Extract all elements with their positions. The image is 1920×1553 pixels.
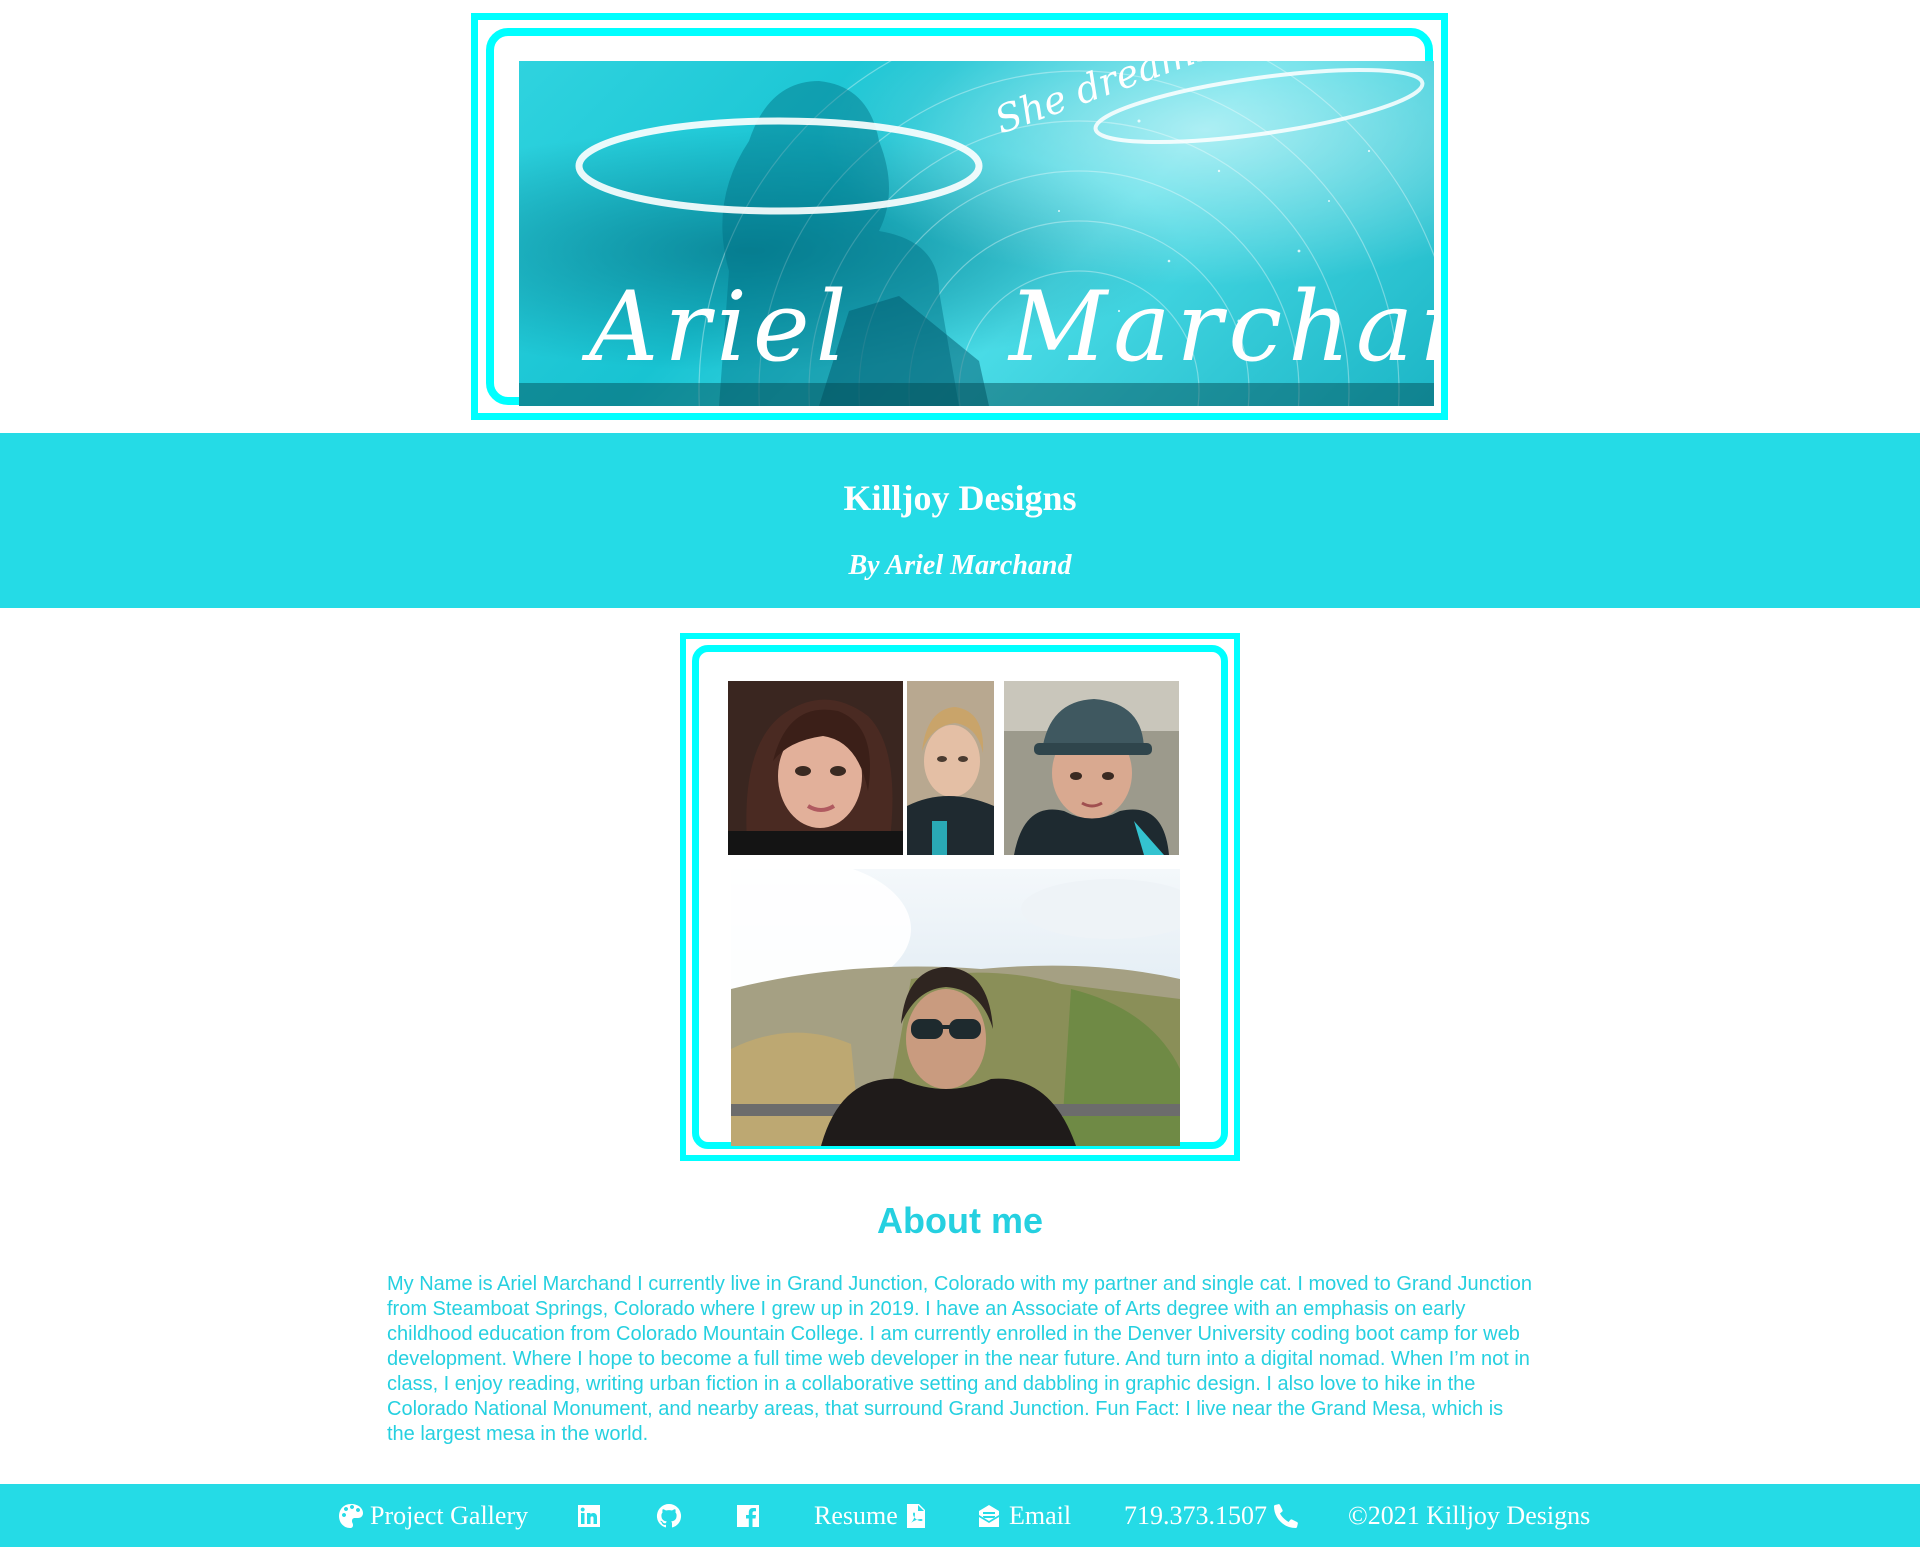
photo-collage-frame — [680, 633, 1240, 1161]
banner-inner-border: She dreams in digital Ariel Marchand — [486, 28, 1434, 406]
envelope-icon — [979, 1504, 999, 1527]
facebook-link[interactable] — [735, 1484, 761, 1547]
about-body: My Name is Ariel Marchand I currently li… — [387, 1273, 1532, 1445]
site-footer: Project Gallery Resume Email 719.373.150… — [0, 1484, 1920, 1547]
phone-icon — [1274, 1503, 1298, 1528]
github-icon — [656, 1503, 682, 1527]
phone-link[interactable]: 719.373.1507 — [1124, 1484, 1299, 1547]
phone-number: 719.373.1507 — [1124, 1500, 1267, 1530]
github-link[interactable] — [656, 1484, 682, 1547]
resume-label: Resume — [814, 1500, 898, 1530]
linkedin-link[interactable] — [576, 1484, 602, 1547]
photo-collage — [692, 645, 1228, 1149]
hiking-hat-photo — [1004, 681, 1179, 855]
linkedin-icon — [578, 1504, 600, 1527]
email-link[interactable]: Email — [976, 1484, 1071, 1547]
banner-signature: Ariel Marchand — [589, 271, 1434, 383]
selfie-photo — [907, 681, 994, 855]
resume-link[interactable]: Resume — [814, 1484, 929, 1547]
banner-frame: She dreams in digital Ariel Marchand — [471, 13, 1448, 420]
pdf-file-icon — [906, 1503, 925, 1528]
email-label: Email — [1009, 1500, 1072, 1530]
project-gallery-link[interactable]: Project Gallery — [338, 1484, 528, 1547]
portrait-photo — [728, 681, 903, 855]
banner-image: She dreams in digital Ariel Marchand — [519, 61, 1434, 406]
site-header: Killjoy Designs By Ariel Marchand — [0, 433, 1920, 608]
site-title: Killjoy Designs — [843, 478, 1077, 518]
copyright-text: ©2021 Killjoy Designs — [1348, 1500, 1591, 1530]
facebook-icon — [737, 1504, 759, 1527]
project-gallery-label: Project Gallery — [370, 1500, 529, 1530]
mesa-overlook-selfie — [731, 869, 1180, 1146]
about-heading: About me — [877, 1200, 1043, 1241]
palette-icon — [339, 1503, 363, 1528]
site-subtitle: By Ariel Marchand — [848, 550, 1072, 581]
